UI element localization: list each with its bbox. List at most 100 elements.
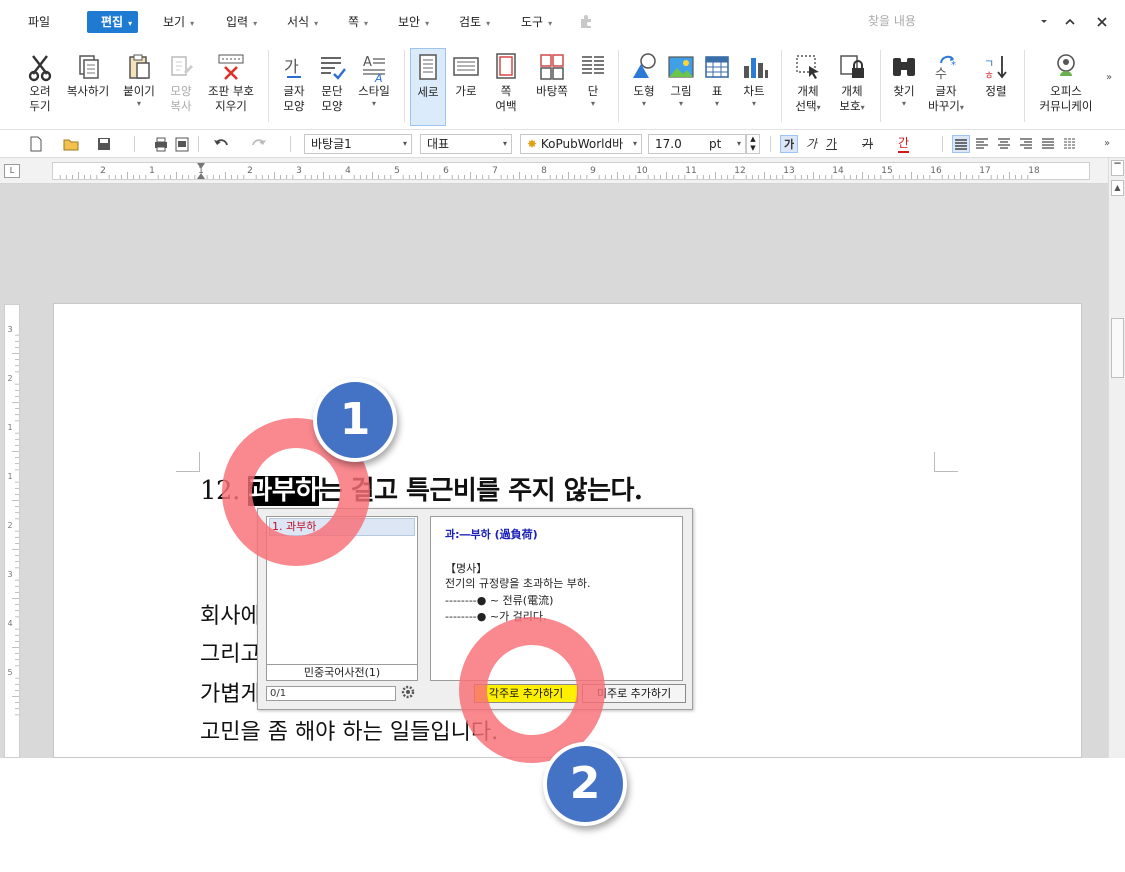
erase-marks-button[interactable]: 조판 부호 지우기: [203, 48, 259, 126]
chevron-down-icon: ▾: [632, 139, 637, 148]
align-right-icon[interactable]: [1018, 135, 1034, 153]
ruler-number: 8: [541, 166, 547, 176]
char-shape-button[interactable]: 가 글자 모양: [276, 48, 312, 126]
margin-corner-mark: [176, 452, 200, 472]
toolbar-separator: [290, 136, 291, 152]
puzzle-icon[interactable]: [578, 13, 594, 29]
ribbon-more-icon[interactable]: »: [1106, 72, 1112, 83]
menu-file[interactable]: 파일: [28, 11, 50, 33]
copy-icon: [79, 55, 99, 79]
ribbon-separator: [268, 50, 269, 122]
language-select[interactable]: 대표 ▾: [420, 134, 512, 154]
office-community-button[interactable]: 오피스 커뮤니케이: [1030, 48, 1102, 126]
landscape-button[interactable]: 가로: [448, 48, 484, 126]
document-line[interactable]: 회사에: [200, 598, 261, 630]
dictionary-part-of-speech: 【명사】: [445, 562, 488, 575]
print-preview-icon[interactable]: [174, 135, 190, 153]
tab-type-icon[interactable]: L: [4, 164, 20, 178]
font-size-stepper[interactable]: ▲ ▼: [746, 134, 760, 154]
menu-security[interactable]: 보안 ▾: [398, 11, 429, 33]
ruler-number: 2: [247, 166, 253, 176]
style-button[interactable]: AA 스타일 ▾: [352, 48, 396, 126]
ribbon: 오려 두기 복사하기 붙이기 ▾ 모양 복사 조판 부호 지우기 가 글자 모양…: [0, 42, 1125, 130]
strikethrough-button[interactable]: 가: [862, 135, 873, 153]
ruler-number: 10: [636, 166, 648, 176]
ruler-number: 15: [881, 166, 892, 176]
scroll-up-arrow-icon[interactable]: ▲: [1111, 180, 1124, 196]
font-size-input[interactable]: 17.0 pt ▾: [648, 134, 746, 154]
lock-icon: [840, 55, 864, 78]
cut-button[interactable]: 오려 두기: [22, 48, 58, 126]
page-margin-button[interactable]: 쪽 여백: [486, 48, 526, 126]
justify-icon[interactable]: [952, 135, 970, 153]
vertical-scrollbar[interactable]: ▔ ▲: [1108, 158, 1125, 758]
horizontal-ruler[interactable]: 2 1 1 2 3 4 5 6 7 8 9 10 11 12 13 14 15 16 17 18: [52, 162, 1090, 180]
align-left-icon[interactable]: [974, 135, 990, 153]
ruler-number: 3: [7, 325, 12, 334]
toolbar-more-icon[interactable]: »: [1104, 135, 1110, 153]
columns-button[interactable]: 단 ▾: [576, 48, 610, 126]
new-document-icon[interactable]: [28, 135, 44, 153]
align-center-icon[interactable]: [996, 135, 1012, 153]
scroll-thumb[interactable]: [1111, 318, 1124, 378]
italic-button[interactable]: 가: [806, 135, 817, 153]
ruler-number: 5: [7, 668, 12, 677]
select-object-button[interactable]: 개체 선택▾: [788, 48, 828, 126]
undo-icon[interactable]: [212, 135, 230, 153]
protect-object-button[interactable]: 개체 보호▾: [832, 48, 872, 126]
scroll-up-icon[interactable]: ▔: [1111, 160, 1124, 176]
open-folder-icon[interactable]: [62, 135, 80, 153]
menu-tools[interactable]: 도구 ▾: [521, 11, 552, 33]
vertical-ruler[interactable]: 3 2 1 1 2 3 4 5: [4, 304, 20, 758]
ruler-number: 14: [832, 166, 844, 176]
copy-button[interactable]: 복사하기: [62, 48, 114, 126]
ruler-number: 17: [979, 166, 990, 176]
distribute-icon[interactable]: [1040, 135, 1056, 153]
paste-button[interactable]: 붙이기 ▾: [118, 48, 160, 126]
step-badge-1: 1: [313, 378, 397, 462]
underline-button[interactable]: 가: [826, 135, 837, 153]
collapse-ribbon-icon[interactable]: [1060, 12, 1080, 32]
menu-view[interactable]: 보기 ▾: [163, 11, 194, 33]
search-dropdown-icon[interactable]: [1034, 12, 1054, 32]
search-input[interactable]: 찾을 내용: [868, 11, 1038, 31]
font-color-button[interactable]: 간: [898, 135, 910, 153]
chart-button[interactable]: 차트 ▾: [736, 48, 772, 126]
picture-button[interactable]: 그림 ▾: [663, 48, 699, 126]
document-line[interactable]: 가볍게: [200, 676, 261, 708]
shape-button[interactable]: 도형 ▾: [626, 48, 662, 126]
divide-icon[interactable]: [1062, 135, 1078, 153]
replace-button[interactable]: 수 * 글자 바꾸기▾: [926, 48, 966, 126]
community-icon: [1057, 54, 1075, 76]
table-button[interactable]: 표 ▾: [700, 48, 734, 126]
scissors-icon: [28, 55, 52, 82]
chevron-down-icon: ▾: [502, 139, 507, 148]
bold-button[interactable]: 가: [780, 135, 798, 153]
ruler-number: 18: [1028, 166, 1040, 176]
document-line[interactable]: 고민을 좀 해야 하는 일들입니다.: [200, 714, 498, 746]
ribbon-separator: [880, 50, 881, 122]
chevron-down-icon: ▾: [714, 99, 719, 108]
portrait-button[interactable]: 세로: [410, 48, 446, 126]
close-icon[interactable]: [1092, 12, 1112, 32]
menu-review[interactable]: 검토 ▾: [459, 11, 490, 33]
paragraph-style-select[interactable]: 바탕글1 ▾: [304, 134, 412, 154]
clipboard-icon: [129, 54, 150, 79]
gear-icon[interactable]: [400, 684, 418, 702]
menu-page[interactable]: 쪽 ▾: [348, 11, 368, 33]
find-button[interactable]: 찾기 ▾: [886, 48, 922, 126]
print-icon[interactable]: [152, 135, 170, 153]
menu-edit[interactable]: 편집 ▾: [87, 11, 139, 33]
sort-button[interactable]: ㄱㅎ 정렬: [978, 48, 1014, 126]
page-background-button[interactable]: 바탕쪽: [530, 48, 574, 126]
menu-insert[interactable]: 입력 ▾: [226, 11, 257, 33]
chevron-down-icon: ▾: [590, 99, 595, 108]
svg-text:수: 수: [935, 67, 947, 82]
ruler-number: 1: [7, 472, 12, 481]
font-select[interactable]: ✸ KoPubWorld바 ▾: [520, 134, 642, 154]
para-shape-button[interactable]: 문단 모양: [314, 48, 350, 126]
dictionary-source-button[interactable]: 민중국어사전(1): [266, 664, 418, 681]
save-icon[interactable]: [96, 135, 112, 153]
document-line[interactable]: 그리고: [200, 636, 261, 668]
menu-format[interactable]: 서식 ▾: [287, 11, 318, 33]
